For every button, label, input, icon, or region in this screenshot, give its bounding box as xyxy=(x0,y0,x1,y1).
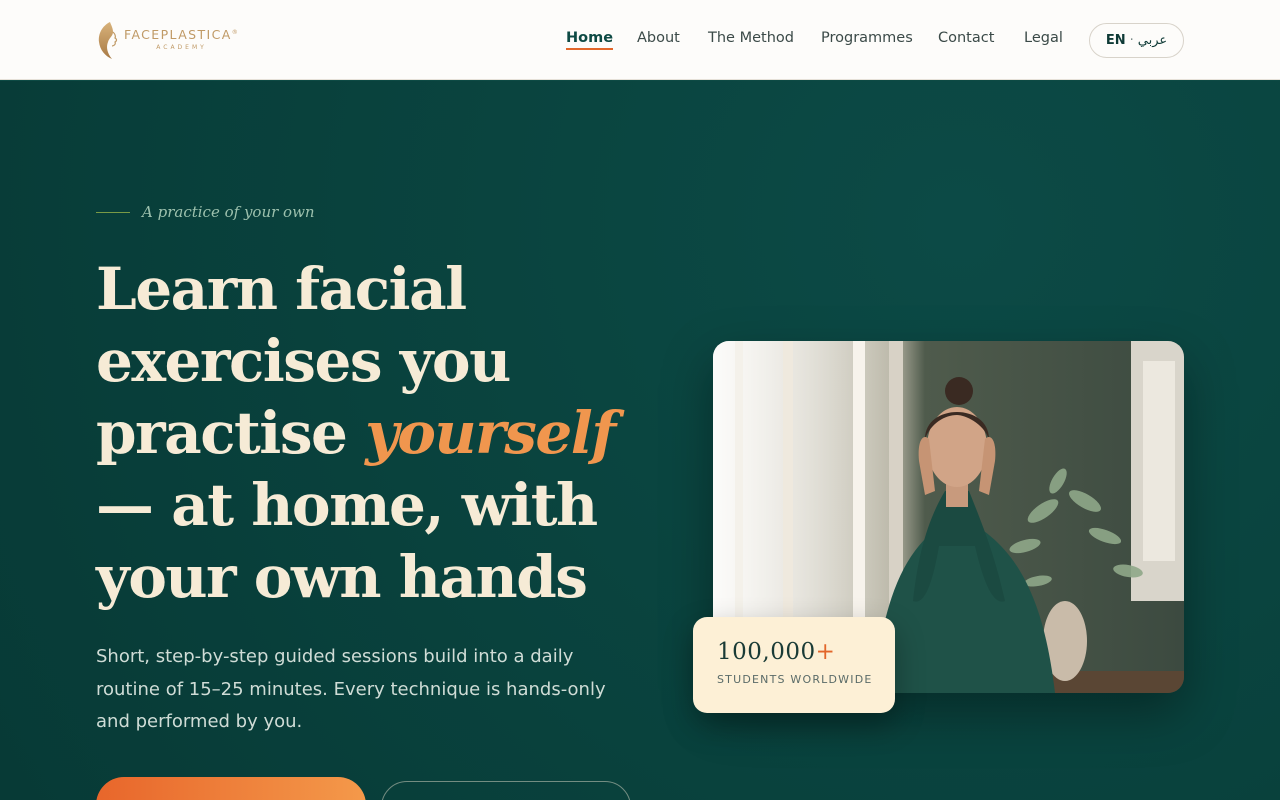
nav-item-home[interactable]: Home xyxy=(566,30,614,50)
eyebrow-divider xyxy=(96,211,130,213)
students-stat-card: 100,000+ STUDENTS WORLDWIDE xyxy=(693,617,895,713)
hero-headline: Learn facial exercises you practise your… xyxy=(96,253,656,613)
nav-item-programmes[interactable]: Programmes xyxy=(821,30,913,46)
language-separator: · xyxy=(1129,33,1134,48)
primary-cta-button[interactable] xyxy=(96,777,366,800)
secondary-cta-button[interactable] xyxy=(381,781,631,800)
nav-item-contact[interactable]: Contact xyxy=(938,30,994,46)
language-switcher[interactable]: EN · عربي xyxy=(1089,23,1184,58)
headline-accent: yourself xyxy=(365,399,616,467)
brand-logo[interactable]: FACEPLASTICA® ACADEMY xyxy=(96,20,239,60)
nav-item-about[interactable]: About xyxy=(637,30,680,46)
face-profile-logo-icon xyxy=(98,22,118,59)
nav-item-the-method[interactable]: The Method xyxy=(708,30,794,46)
site-header: FACEPLASTICA® ACADEMY Home About The Met… xyxy=(0,0,1280,80)
stat-value: 100,000+ xyxy=(717,639,836,665)
hero-description: Short, step-by-step guided sessions buil… xyxy=(96,646,606,732)
language-current: EN xyxy=(1105,33,1126,48)
hero-section: A practice of your own Learn facial exer… xyxy=(0,81,1280,800)
headline-tail: — at home, with your own hands xyxy=(96,471,598,611)
brand-name: FACEPLASTICA® xyxy=(124,27,240,43)
nav-item-legal[interactable]: Legal xyxy=(1024,30,1063,46)
language-alternate: عربي xyxy=(1137,33,1168,48)
eyebrow-text: A practice of your own xyxy=(142,203,315,221)
stat-label: STUDENTS WORLDWIDE xyxy=(717,673,873,686)
hero-eyebrow: A practice of your own xyxy=(96,203,315,221)
brand-subtitle: ACADEMY xyxy=(156,43,207,51)
